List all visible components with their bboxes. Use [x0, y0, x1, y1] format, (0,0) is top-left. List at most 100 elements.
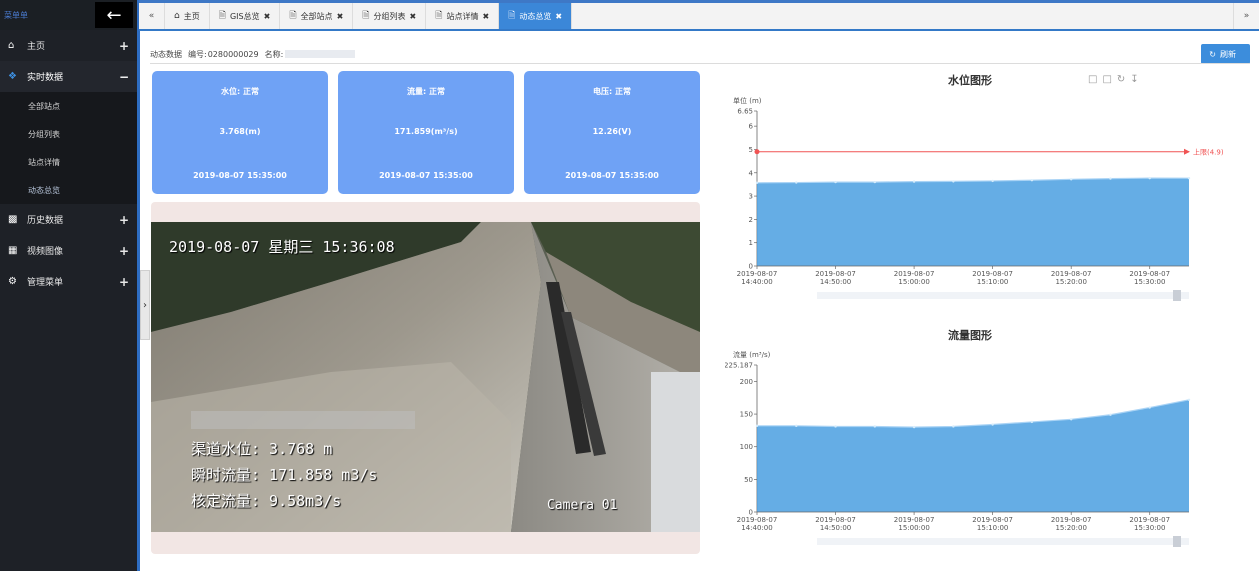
data-point	[873, 180, 877, 184]
camera-instant-flow: 瞬时流量: 171.858 m3/s	[191, 466, 378, 484]
camera-timestamp: 2019-08-07 星期三 15:36:08	[169, 238, 395, 256]
x-tick-label-date: 2019-08-07	[972, 270, 1013, 278]
close-icon[interactable]: ✖	[555, 12, 562, 21]
card-title: 水位: 正常	[221, 87, 259, 96]
close-icon[interactable]: ✖	[410, 12, 417, 21]
x-tick-label-date: 2019-08-07	[1129, 516, 1170, 524]
tab-group-list[interactable]: 🗎 分组列表 ✖	[353, 3, 427, 29]
camera-scene	[151, 222, 700, 532]
expand-icon[interactable]: +	[119, 275, 129, 289]
tab-gis-overview[interactable]: 🗎 GIS总览 ✖	[210, 3, 281, 29]
water-level-chart[interactable]: 单位 (m)6.656543210上限(4.9)2019-08-0714:40:…	[725, 88, 1240, 303]
file-icon: 🗎	[289, 11, 297, 21]
collapse-icon[interactable]: −	[119, 70, 129, 84]
sidebar-item-history[interactable]: ▩ 历史数据 +	[0, 204, 139, 235]
zoom-icon[interactable]: □	[1088, 74, 1102, 85]
card-value: 3.768(m)	[219, 127, 261, 136]
y-tick-label: 4	[749, 169, 754, 177]
sidebar-collapse-handle[interactable]: ›	[140, 270, 150, 340]
tab-all-stations[interactable]: 🗎 全部站点 ✖	[280, 3, 354, 29]
refresh-icon: ↻	[1209, 49, 1216, 59]
sidebar-subitem-group-list[interactable]: 分组列表	[0, 120, 139, 148]
name-value-redacted	[285, 50, 356, 58]
home-icon: ⌂	[174, 11, 180, 21]
file-icon: 🗎	[362, 11, 370, 21]
restore-icon[interactable]: ↻	[1117, 74, 1130, 85]
tab-dynamic-overview[interactable]: 🗎 动态总览 ✖	[499, 3, 573, 29]
data-point	[1109, 177, 1112, 180]
data-point	[834, 180, 837, 184]
y-tick-label: 6.65	[737, 108, 753, 116]
flow-chart[interactable]: 流量 (m³/s)225.1872001501005002019-08-0714…	[725, 344, 1240, 554]
sidebar-item-label: 视频图像	[27, 247, 64, 257]
water-level-card: 水位: 正常 3.768(m) 2019-08-07 15:35:00	[152, 71, 328, 194]
divider	[150, 63, 1250, 64]
x-tick-label-time: 14:50:00	[820, 278, 851, 286]
zoom-reset-icon[interactable]: □	[1102, 74, 1116, 85]
data-point	[912, 180, 916, 183]
expand-icon[interactable]: +	[119, 213, 129, 227]
flow-chart-title: 流量图形	[948, 329, 992, 342]
tab-station-detail[interactable]: 🗎 站点详情 ✖	[426, 3, 500, 29]
x-tick-label-date: 2019-08-07	[737, 270, 778, 278]
y-tick-label: 6	[749, 123, 754, 131]
close-icon[interactable]: ✖	[482, 12, 489, 21]
x-tick-label-date: 2019-08-07	[815, 516, 856, 524]
card-time: 2019-08-07 15:35:00	[379, 171, 473, 180]
x-tick-label-time: 15:00:00	[898, 524, 929, 532]
name-label: 名称:	[264, 49, 284, 59]
sidebar-item-admin[interactable]: ⚙ 管理菜单 +	[0, 266, 139, 297]
tab-label: 动态总览	[519, 11, 552, 21]
y-tick-label: 1	[749, 239, 753, 247]
refresh-button[interactable]: ↻ 刷新	[1201, 44, 1250, 64]
camera-label: Camera 01	[547, 498, 618, 513]
sidebar-subitem-all-stations[interactable]: 全部站点	[0, 92, 139, 120]
data-point	[952, 180, 955, 183]
x-tick-label-time: 14:50:00	[820, 524, 851, 532]
sidebar-item-video[interactable]: ▦ 视频图像 +	[0, 235, 139, 266]
chevron-right-icon: ›	[143, 299, 147, 311]
datazoom-slider	[817, 292, 1189, 299]
data-point	[1069, 178, 1073, 181]
expand-icon[interactable]: +	[119, 39, 129, 53]
sidebar-item-home[interactable]: ⌂ 主页 +	[0, 30, 139, 61]
station-info-row: 动态数据 编号: 0280000029 名称: ↻ 刷新	[150, 44, 1250, 64]
data-point	[755, 424, 759, 428]
download-icon[interactable]: ↧	[1130, 74, 1143, 85]
file-icon: 🗎	[508, 11, 516, 21]
camera-feed[interactable]: 2019-08-07 星期三 15:36:08 渠道水位: 3.768 m 瞬时…	[151, 222, 700, 532]
cubes-icon: ❖	[8, 71, 17, 82]
data-point	[1030, 420, 1034, 424]
sidebar-item-realtime[interactable]: ❖ 实时数据 −	[0, 61, 139, 92]
close-icon[interactable]: ✖	[337, 12, 344, 21]
x-tick-label-time: 15:30:00	[1134, 524, 1165, 532]
double-right-icon[interactable]: »	[1233, 3, 1259, 29]
arrow-left-icon[interactable]: ←	[95, 2, 133, 28]
x-tick-label-date: 2019-08-07	[894, 270, 935, 278]
expand-icon[interactable]: +	[119, 244, 129, 258]
x-tick-label-date: 2019-08-07	[815, 270, 856, 278]
sidebar-subitem-station-detail[interactable]: 站点详情	[0, 148, 139, 176]
x-tick-label-time: 15:10:00	[977, 278, 1008, 286]
y-tick-label: 50	[744, 476, 753, 484]
y-tick-label: 200	[740, 378, 753, 386]
series-area	[757, 178, 1189, 266]
datazoom-handle	[1173, 290, 1181, 301]
chart-toolbox: □□↻↧	[1088, 74, 1144, 85]
sidebar-item-label: 主页	[27, 42, 46, 52]
tab-label: 站点详情	[446, 11, 479, 21]
tab-home[interactable]: ⌂ 主页	[165, 3, 210, 29]
card-title: 电压: 正常	[593, 87, 631, 96]
sidebar-subitem-dynamic-overview[interactable]: 动态总览	[0, 176, 139, 204]
y-tick-label: 3	[749, 193, 753, 201]
close-icon[interactable]: ✖	[264, 12, 271, 21]
camera-redacted-bar	[191, 411, 415, 429]
x-tick-label-time: 14:40:00	[741, 278, 772, 286]
data-point	[1030, 179, 1034, 182]
bar-chart-icon: ▩	[8, 214, 18, 225]
datazoom-slider	[817, 538, 1189, 545]
double-left-icon[interactable]: «	[139, 3, 165, 29]
x-tick-label-date: 2019-08-07	[1051, 270, 1092, 278]
x-tick-label-time: 14:40:00	[741, 524, 772, 532]
file-icon: 🗎	[218, 11, 226, 21]
